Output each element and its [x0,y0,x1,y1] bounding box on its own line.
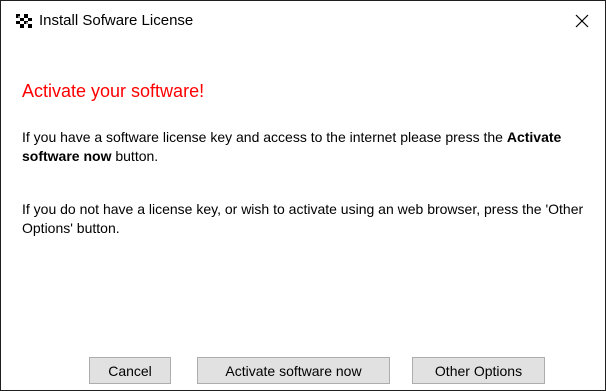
window-title: Install Sofware License [39,12,194,29]
dialog-window: Install Sofware License Activate your so… [0,0,606,391]
instruction-paragraph-online: If you have a software license key and a… [22,128,597,166]
other-options-button[interactable]: Other Options [412,357,545,384]
close-button[interactable] [559,1,605,45]
activate-headline: Activate your software! [22,81,205,101]
instruction-paragraph-offline: If you do not have a license key, or wis… [22,201,584,236]
activate-software-now-button[interactable]: Activate software now [197,357,390,384]
paragraph1-text-after: button. [111,148,159,164]
cancel-button[interactable]: Cancel [89,357,171,384]
close-icon [575,14,589,33]
license-app-icon [16,14,32,28]
title-bar[interactable]: Install Sofware License [1,1,605,45]
paragraph1-text-before: If you have a software license key and a… [22,129,507,145]
